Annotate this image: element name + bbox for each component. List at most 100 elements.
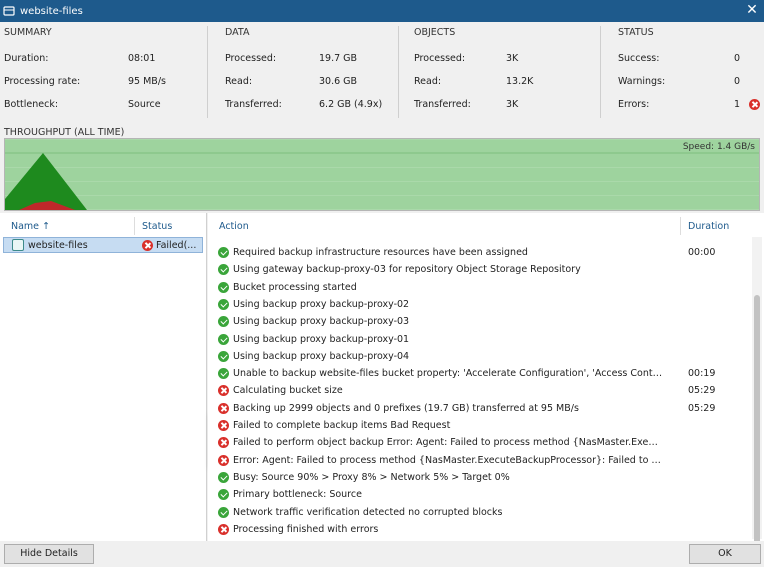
object-storage-icon <box>12 239 24 251</box>
success-icon <box>218 247 229 258</box>
log-entry-text: Using backup proxy backup-proxy-01 <box>233 333 410 345</box>
success-icon <box>218 316 229 328</box>
log-entry-duration: 00:19 <box>688 368 716 380</box>
success-icon <box>218 368 229 380</box>
log-entry[interactable]: Network traffic verification detected no… <box>208 504 748 521</box>
title-bar: website-files ✕ <box>0 0 764 22</box>
log-entry[interactable]: Failed to perform object backup Error: A… <box>208 434 748 451</box>
error-icon <box>218 420 229 431</box>
log-entry-duration: 05:29 <box>688 402 716 414</box>
app-icon <box>3 5 15 17</box>
log-entry[interactable]: Bucket processing started <box>208 279 748 296</box>
objects-row-processed: Processed: 3K <box>414 53 519 64</box>
data-heading: DATA <box>225 27 250 38</box>
summary-heading: SUMMARY <box>4 27 52 38</box>
error-icon <box>218 402 229 414</box>
log-entry-text: Using backup proxy backup-proxy-03 <box>233 316 410 328</box>
error-icon <box>218 437 229 449</box>
window-title: website-files <box>20 5 83 17</box>
throughput-graph <box>5 139 759 210</box>
log-entry[interactable]: Unable to backup website-files bucket pr… <box>208 365 748 382</box>
objects-row-transferred: Transferred: 3K <box>414 99 519 110</box>
log-entry-text: Failed to perform object backup Error: A… <box>233 437 663 449</box>
log-entry[interactable]: Primary bottleneck: Source <box>208 486 748 503</box>
column-header-name[interactable]: Name ↑ <box>11 221 50 232</box>
log-entry-text: Calculating bucket size <box>233 385 343 397</box>
data-section: DATA Processed: 19.7 GB Read: 30.6 GB Tr… <box>225 22 405 122</box>
job-list-pane: Name ↑ Status website-files Failed(... <box>0 213 207 541</box>
objects-heading: OBJECTS <box>414 27 456 38</box>
status-row-errors: Errors: 1 <box>618 98 762 112</box>
error-icon <box>218 454 229 466</box>
log-entry[interactable]: Using backup proxy backup-proxy-01 <box>208 331 748 348</box>
status-section: STATUS Success: 0 Warnings: 0 Errors: 1 <box>618 22 762 122</box>
log-entry[interactable]: Calculating bucket size 05:29 <box>208 382 748 399</box>
log-entry[interactable]: Required backup infrastructure resources… <box>208 244 748 261</box>
column-header-action[interactable]: Action <box>219 221 249 232</box>
divider <box>207 26 208 118</box>
log-entry-text: Required backup infrastructure resources… <box>233 247 528 258</box>
success-icon <box>218 471 229 483</box>
job-list-header: Name ↑ Status <box>0 213 207 235</box>
success-icon <box>218 506 229 518</box>
throughput-label: THROUGHPUT (ALL TIME) <box>4 127 125 138</box>
log-entry-text: Bucket processing started <box>233 281 357 293</box>
column-header-duration[interactable]: Duration <box>688 221 729 232</box>
error-icon <box>218 523 229 535</box>
status-row-success: Success: 0 <box>618 53 741 64</box>
objects-row-read: Read: 13.2K <box>414 76 534 87</box>
log-entry[interactable]: Processing finished with errors <box>208 521 748 538</box>
column-header-status[interactable]: Status <box>142 221 172 232</box>
log-entry[interactable]: Busy: Source 90% > Proxy 8% > Network 5%… <box>208 469 748 486</box>
summary-row-rate: Processing rate: 95 MB/s <box>4 76 166 87</box>
objects-section: OBJECTS Processed: 3K Read: 13.2K Transf… <box>414 22 594 122</box>
log-entry[interactable]: Backing up 2999 objects and 0 prefixes (… <box>208 400 748 417</box>
error-icon <box>749 99 760 110</box>
log-entry-text: Failed to complete backup items Bad Requ… <box>233 420 451 431</box>
log-entry-text: Primary bottleneck: Source <box>233 489 362 501</box>
hide-details-button[interactable]: Hide Details <box>4 544 94 564</box>
status-heading: STATUS <box>618 27 654 38</box>
speed-readout: Speed: 1.4 GB/s <box>682 142 755 152</box>
column-divider <box>680 217 681 235</box>
log-entry-duration: 05:29 <box>688 385 716 397</box>
log-entry[interactable]: Error: Agent: Failed to process method {… <box>208 452 748 469</box>
summary-row-bottleneck: Bottleneck: Source <box>4 99 161 110</box>
close-icon[interactable]: ✕ <box>744 2 760 18</box>
log-entry[interactable]: Using backup proxy backup-proxy-03 <box>208 313 748 330</box>
log-entry-text: Using backup proxy backup-proxy-02 <box>233 298 410 310</box>
log-entry[interactable]: Using backup proxy backup-proxy-04 <box>208 348 748 365</box>
success-icon <box>218 281 229 293</box>
divider <box>600 26 601 118</box>
throughput-chart: Speed: 1.4 GB/s <box>4 138 760 211</box>
log-entry-duration: 00:00 <box>688 247 716 258</box>
summary-section: SUMMARY Duration: 08:01 Processing rate:… <box>4 22 214 122</box>
data-row-transferred: Transferred: 6.2 GB (4.9x) <box>225 99 383 110</box>
success-icon <box>218 489 229 501</box>
scrollbar-thumb[interactable] <box>754 295 760 555</box>
summary-panel: SUMMARY Duration: 08:01 Processing rate:… <box>0 22 764 122</box>
success-icon <box>218 298 229 310</box>
log-entry-text: Network traffic verification detected no… <box>233 506 503 518</box>
data-row-processed: Processed: 19.7 GB <box>225 53 358 64</box>
success-icon <box>218 333 229 345</box>
log-entry[interactable]: Failed to complete backup items Bad Requ… <box>208 417 748 434</box>
error-icon <box>218 385 229 397</box>
job-name: website-files <box>28 240 88 251</box>
failed-status-icon <box>142 240 153 251</box>
action-log-pane: Action Duration Required backup infrastr… <box>208 213 764 555</box>
job-row-selected[interactable]: website-files Failed(... <box>3 237 203 253</box>
log-entry-text: Busy: Source 90% > Proxy 8% > Network 5%… <box>233 471 510 483</box>
success-icon <box>218 264 229 276</box>
log-entry[interactable]: Using gateway backup-proxy-03 for reposi… <box>208 261 748 278</box>
column-divider <box>134 217 135 235</box>
divider <box>398 26 399 118</box>
log-entry-text: Using backup proxy backup-proxy-04 <box>233 350 410 362</box>
ok-button[interactable]: OK <box>689 544 761 564</box>
footer: Hide Details OK <box>0 541 764 567</box>
log-entry-text: Unable to backup website-files bucket pr… <box>233 368 663 380</box>
log-scrollbar[interactable] <box>752 237 762 555</box>
sort-ascending-icon: ↑ <box>42 221 51 232</box>
log-entry-text: Processing finished with errors <box>233 523 379 535</box>
log-entry[interactable]: Using backup proxy backup-proxy-02 <box>208 296 748 313</box>
